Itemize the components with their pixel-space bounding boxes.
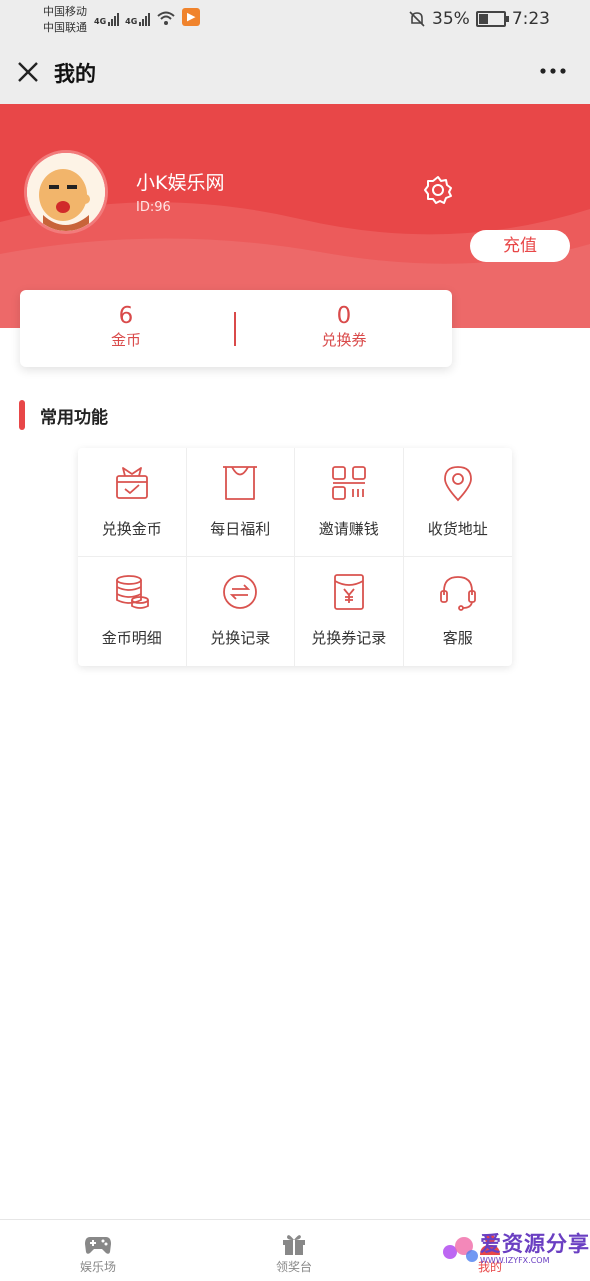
location-pin-icon <box>443 466 472 502</box>
recharge-button[interactable]: 充值 <box>470 230 570 262</box>
voucher-balance[interactable]: 0 兑换券 <box>284 302 404 350</box>
function-voucher-records[interactable]: 兑换券记录 <box>295 557 404 666</box>
clock: 7:23 <box>511 9 550 29</box>
gift-box-icon <box>115 467 148 499</box>
balance-card: 6 金币 0 兑换券 <box>20 290 452 367</box>
nav-label: 领奖台 <box>275 1260 312 1274</box>
function-label: 客服 <box>442 629 473 647</box>
function-label: 兑换券记录 <box>311 629 387 647</box>
function-grid: 兑换金币 每日福利 邀请赚钱 收货地址 金币明细 兑换记录 兑换券记录 客服 <box>78 448 512 666</box>
coin-stack-icon <box>115 575 149 609</box>
exchange-icon <box>223 575 258 609</box>
mute-bell-icon <box>409 11 425 27</box>
function-customer-service[interactable]: 客服 <box>404 557 513 666</box>
voucher-value: 0 <box>336 303 352 329</box>
stat-divider <box>234 312 236 346</box>
more-menu-icon[interactable] <box>538 61 568 81</box>
signal-icon: 4G <box>94 10 120 26</box>
headset-icon <box>439 576 476 611</box>
section-marker <box>19 400 25 430</box>
function-label: 兑换金币 <box>101 520 162 538</box>
function-label: 金币明细 <box>101 629 162 647</box>
nav-label: 娱乐场 <box>79 1260 116 1274</box>
status-bar: 中国移动 中国联通 4G 4G ▶ 35% 7:23 <box>0 0 590 42</box>
bag-icon <box>223 466 258 500</box>
watermark-text: 爱资源分享 <box>480 1232 590 1256</box>
function-invite-earn[interactable]: 邀请赚钱 <box>295 448 404 557</box>
function-label: 收货地址 <box>427 520 488 538</box>
function-coin-details[interactable]: 金币明细 <box>78 557 187 666</box>
status-right: 35% 7:23 <box>408 9 550 29</box>
function-shipping-address[interactable]: 收货地址 <box>403 448 512 557</box>
watermark-url: WWW.IZYFX.COM <box>480 1256 550 1265</box>
avatar[interactable] <box>24 150 108 234</box>
function-exchange-coins[interactable]: 兑换金币 <box>78 448 187 557</box>
username: 小K娱乐网 <box>136 172 225 194</box>
gamepad-icon <box>85 1237 111 1254</box>
close-icon[interactable] <box>14 58 42 86</box>
signal-icon: 4G <box>125 10 151 26</box>
avatar-cartoon-icon <box>27 153 105 231</box>
coin-balance[interactable]: 6 金币 <box>66 302 186 350</box>
user-id: ID:96 <box>136 200 171 215</box>
function-daily-bonus[interactable]: 每日福利 <box>186 448 295 557</box>
title-bar: 我的 <box>0 42 590 104</box>
coin-label: 金币 <box>110 331 141 349</box>
page-title: 我的 <box>54 62 96 86</box>
gear-icon[interactable] <box>422 174 454 206</box>
function-exchange-records[interactable]: 兑换记录 <box>187 557 295 666</box>
nav-item-podium[interactable]: 领奖台 <box>234 1220 354 1281</box>
function-label: 邀请赚钱 <box>318 520 379 538</box>
function-label: 兑换记录 <box>210 629 271 647</box>
voucher-label: 兑换券 <box>321 331 367 349</box>
battery-percent: 35% <box>432 9 470 29</box>
qr-code-icon <box>331 466 366 500</box>
yen-envelope-icon <box>333 574 364 610</box>
app-notification-icon: ▶ <box>182 8 201 26</box>
gift-icon <box>283 1235 305 1255</box>
network-indicators: 4G 4G ▶ <box>94 8 201 26</box>
coin-value: 6 <box>118 303 134 329</box>
nav-item-casino[interactable]: 娱乐场 <box>38 1220 158 1281</box>
section-title: 常用功能 <box>40 408 108 428</box>
wifi-icon <box>157 11 175 25</box>
battery-icon <box>475 11 509 27</box>
carrier-info: 中国移动 中国联通 <box>43 4 87 36</box>
carrier-1: 中国移动 <box>43 5 87 18</box>
carrier-2: 中国联通 <box>43 21 87 34</box>
function-label: 每日福利 <box>210 520 271 538</box>
